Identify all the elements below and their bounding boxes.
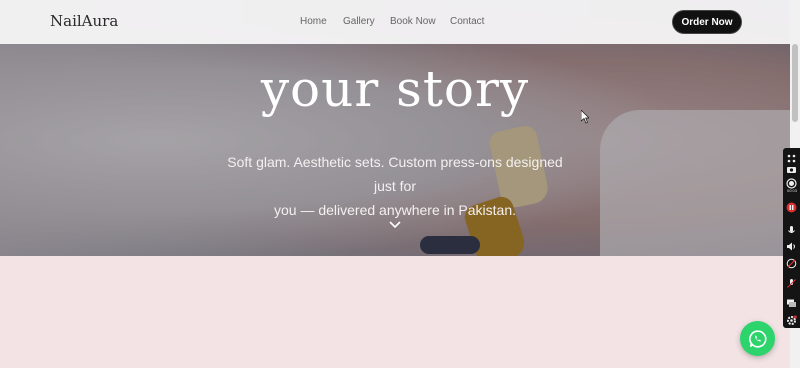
scrollbar-thumb[interactable] [792,44,798,122]
hero-subtitle-line: you — delivered anywhere in Pakistan. [273,202,517,218]
whatsapp-icon [748,329,766,348]
microphone-icon[interactable] [786,223,797,234]
recording-timer: 00:03 [786,188,797,193]
order-now-button[interactable]: Order Now [673,11,741,33]
move-icon[interactable] [786,151,797,163]
screens-icon[interactable] [786,296,797,307]
screen-recorder-toolbar: 00:03 [783,148,800,328]
nav-link-contact[interactable]: Contact [450,16,484,27]
nav-link-book-now[interactable]: Book Now [390,16,436,27]
navbar: NailAura Home Gallery Book Now Contact O… [0,0,790,44]
hero-subtitle-line: Soft glam. Aesthetic sets. Custom press-… [227,154,563,194]
speaker-icon[interactable] [786,239,797,251]
chevron-down-icon[interactable] [388,219,402,231]
hero-subtitle: Soft glam. Aesthetic sets. Custom press-… [222,150,568,222]
webcam-icon[interactable] [786,256,797,269]
camera-icon[interactable] [786,162,797,173]
settings-icon[interactable] [786,313,797,325]
brand-logo[interactable]: NailAura [50,12,118,30]
mic-off-icon[interactable] [786,276,797,288]
pause-icon[interactable] [786,200,797,213]
hero-title: your story [260,60,530,118]
whatsapp-button[interactable] [740,321,775,356]
mouse-cursor-icon [581,110,589,124]
record-icon[interactable] [786,176,797,189]
nav-link-home[interactable]: Home [300,16,327,27]
nav-link-gallery[interactable]: Gallery [343,16,375,27]
